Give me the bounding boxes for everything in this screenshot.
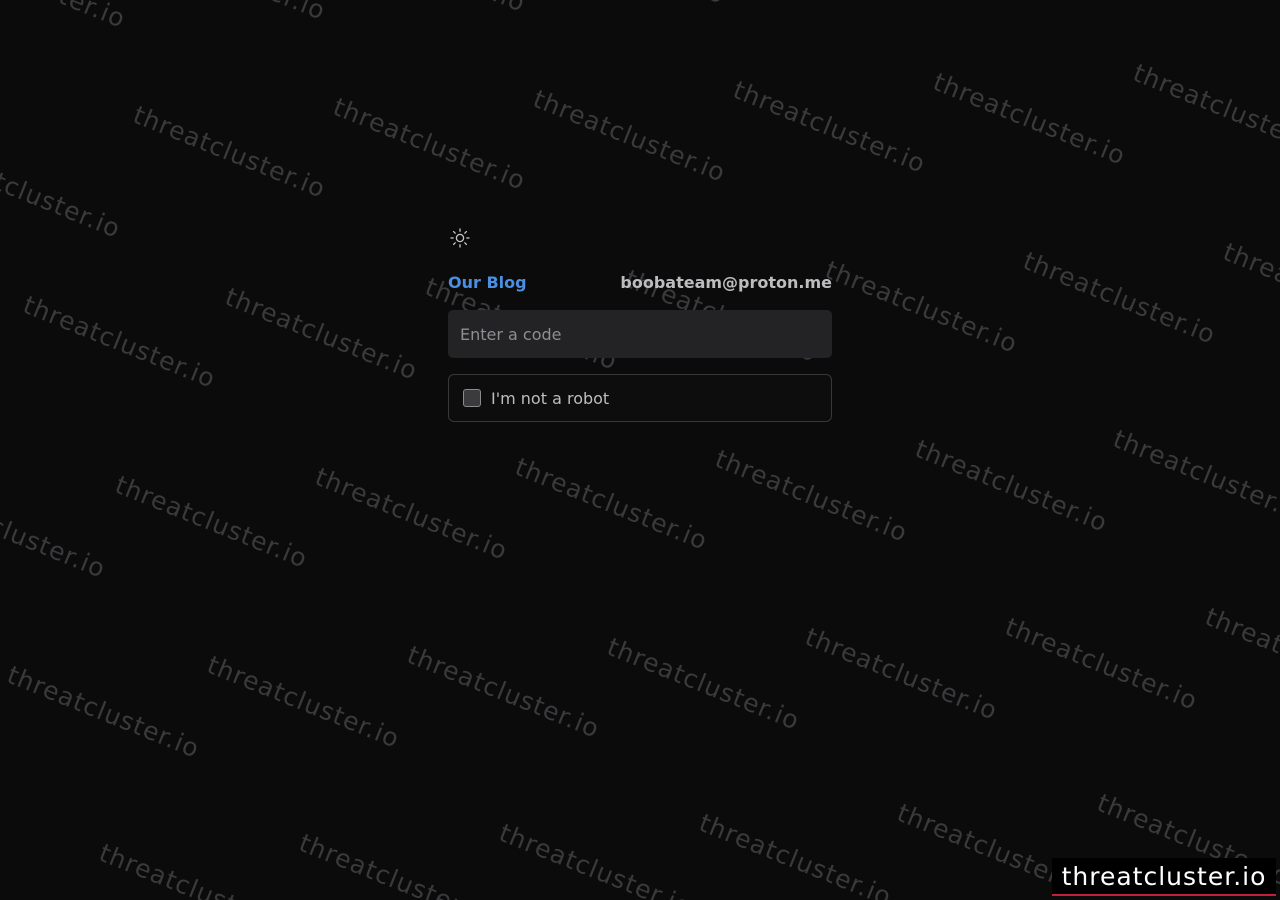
watermark-text: threatcluster.io	[95, 838, 296, 900]
watermark-text: threatcluster.io	[129, 0, 330, 26]
watermark-text: threatcluster.io	[929, 67, 1130, 171]
watermark-layer: threatcluster.io threatcluster.io threat…	[0, 0, 1280, 900]
contact-email: boobateam@proton.me	[620, 272, 832, 292]
watermark-text: threatcluster.io	[529, 84, 730, 188]
watermark-text: threatcluster.io	[403, 640, 604, 744]
watermark-text: threatcluster.io	[329, 92, 530, 196]
watermark-text: threatcluster.io	[1019, 246, 1220, 350]
watermark-text: threatcluster.io	[695, 808, 896, 900]
theme-toggle-button[interactable]	[448, 226, 472, 250]
watermark-text: threatcluster.io	[111, 470, 312, 574]
watermark-text: threatcluster.io	[221, 282, 422, 386]
watermark-text: threatcluster.io	[801, 622, 1002, 726]
watermark-text: threatcluster.io	[19, 290, 220, 394]
code-input[interactable]	[448, 310, 832, 358]
watermark-text: threatcluster.io	[495, 818, 696, 900]
not-a-robot-label: I'm not a robot	[491, 388, 610, 408]
watermark-text: threatcluster.io	[311, 462, 512, 566]
watermark-text: threatcluster.io	[295, 828, 496, 900]
watermark-text: threatcluster.io	[0, 140, 125, 244]
watermark-text: threatcluster.io	[603, 632, 804, 736]
not-a-robot-checkbox[interactable]	[463, 389, 481, 407]
watermark-text: threatcluster.io	[0, 0, 130, 34]
watermark-text: threatcluster.io	[821, 255, 1022, 359]
watermark-text: threatcluster.io	[529, 0, 730, 10]
brand-badge-text: threatcluster.io	[1061, 861, 1267, 891]
watermark-text: threatcluster.io	[1129, 58, 1280, 162]
brand-badge: threatcluster.io	[1052, 858, 1276, 896]
watermark-text: threatcluster.io	[0, 480, 110, 584]
sun-icon	[450, 228, 470, 248]
our-blog-link[interactable]: Our Blog	[448, 273, 527, 292]
watermark-text: threatcluster.io	[729, 75, 930, 179]
watermark-text: threatcluster.io	[1201, 602, 1280, 706]
watermark-text: threatcluster.io	[329, 0, 530, 18]
watermark-text: threatcluster.io	[129, 100, 330, 204]
watermark-text: threatcluster.io	[511, 452, 712, 556]
header-row: Our Blog boobateam@proton.me	[448, 271, 832, 293]
watermark-text: threatcluster.io	[3, 660, 204, 764]
watermark-text: threatcluster.io	[1219, 237, 1280, 341]
watermark-text: threatcluster.io	[1001, 612, 1202, 716]
watermark-text: threatcluster.io	[203, 650, 404, 754]
watermark-text: threatcluster.io	[1109, 424, 1280, 528]
watermark-text: threatcluster.io	[711, 444, 912, 548]
captcha-box[interactable]: I'm not a robot	[448, 374, 832, 422]
watermark-text: threatcluster.io	[911, 434, 1112, 538]
